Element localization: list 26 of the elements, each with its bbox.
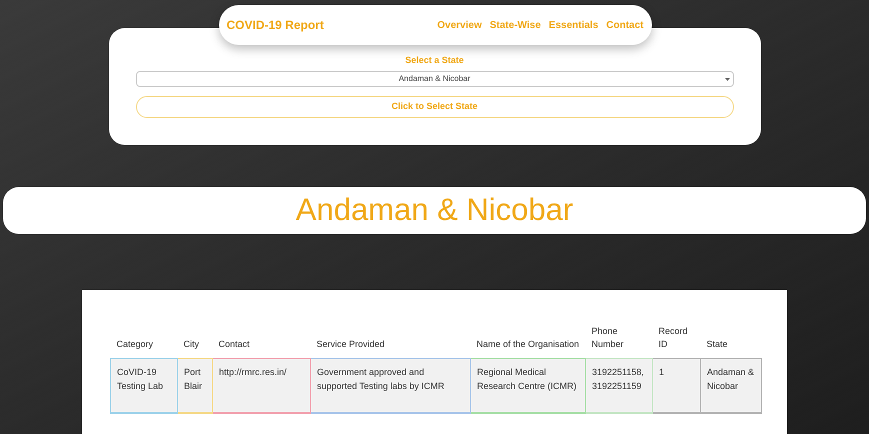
table-cell: http://rmrc.res.in/ bbox=[212, 358, 310, 413]
table-cell: Regional Medical Research Centre (ICMR) bbox=[470, 358, 586, 413]
nav-link[interactable]: Essentials bbox=[548, 18, 598, 32]
nav-link[interactable]: Contact bbox=[606, 18, 644, 32]
column-header: Name of the Organisation bbox=[470, 316, 586, 358]
table-cell: Andaman & Nicobar bbox=[700, 358, 762, 413]
table-cell: Government approved and supported Testing labs by ICMR bbox=[310, 358, 470, 413]
caret-icon bbox=[724, 78, 730, 80]
nav-link[interactable]: Overview bbox=[437, 18, 482, 32]
column-header: Phone Number bbox=[586, 316, 652, 358]
select-label: Select a State bbox=[405, 54, 464, 67]
table-cell: 1 bbox=[652, 358, 700, 413]
table-cell: 3192251158, 3192251159 bbox=[586, 358, 652, 413]
brand-title: COVID-19 Report bbox=[226, 17, 324, 34]
state-title: Andaman & Nicobar bbox=[296, 191, 574, 230]
table-cell: CoVID-19 Testing Lab bbox=[110, 358, 178, 413]
column-header: City bbox=[178, 316, 212, 358]
column-header: State bbox=[700, 316, 762, 358]
table-cell: Port Blair bbox=[178, 358, 212, 413]
column-header: Category bbox=[110, 316, 178, 358]
column-header: Service Provided bbox=[310, 316, 470, 358]
select-state-button[interactable]: Click to Select State bbox=[136, 96, 734, 118]
column-header: Contact bbox=[212, 316, 310, 358]
state-dropdown[interactable]: Andaman & Nicobar bbox=[136, 70, 734, 86]
column-header: Record ID bbox=[652, 316, 700, 358]
nav-link[interactable]: State-Wise bbox=[490, 18, 541, 32]
